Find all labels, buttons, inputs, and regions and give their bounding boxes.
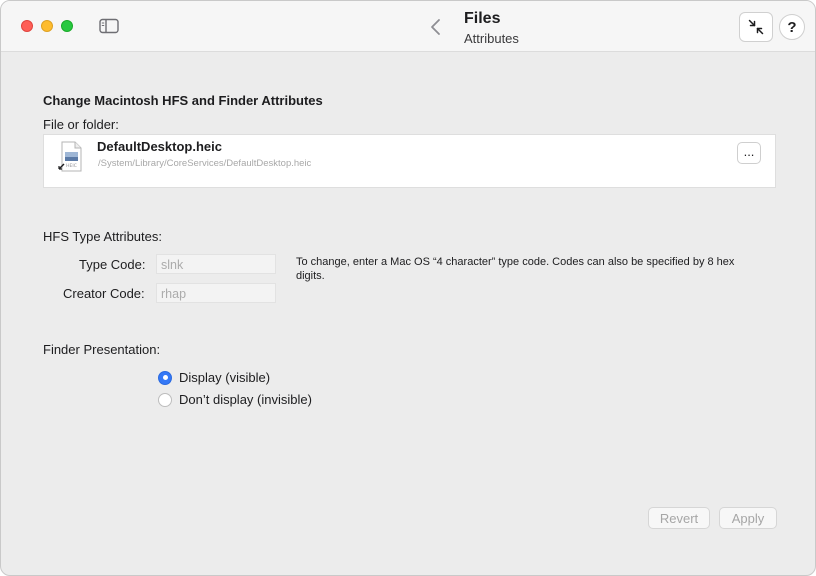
finder-heading: Finder Presentation: <box>43 342 161 357</box>
radio-display-invisible[interactable]: Don’t display (invisible) <box>158 392 312 407</box>
heic-file-icon: HEIC <box>58 141 84 173</box>
help-button[interactable]: ? <box>779 14 805 40</box>
revert-button[interactable]: Revert <box>648 507 710 529</box>
file-or-folder-label: File or folder: <box>43 117 119 132</box>
collapse-arrows-icon <box>748 19 764 35</box>
section-title: Change Macintosh HFS and Finder Attribut… <box>43 93 323 108</box>
file-picker[interactable]: HEIC DefaultDesktop.heic /System/Library… <box>43 134 776 188</box>
radio-display-visible[interactable]: Display (visible) <box>158 370 270 385</box>
file-path: /System/Library/CoreServices/DefaultDesk… <box>98 158 312 169</box>
file-icon-text: HEIC <box>66 163 77 169</box>
file-name: DefaultDesktop.heic <box>97 139 222 154</box>
close-window-button[interactable] <box>21 20 33 32</box>
hfs-heading: HFS Type Attributes: <box>43 229 162 244</box>
collapse-button[interactable] <box>739 12 773 42</box>
minimize-window-button[interactable] <box>41 20 53 32</box>
radio-label: Display (visible) <box>179 370 271 385</box>
radio-button[interactable] <box>158 392 172 407</box>
apply-button[interactable]: Apply <box>719 507 777 529</box>
window-subtitle: Attributes <box>464 31 519 46</box>
browse-button[interactable]: ... <box>737 142 761 164</box>
titlebar: Files Attributes ? <box>1 1 815 52</box>
type-code-hint: To change, enter a Mac OS “4 character” … <box>296 256 735 282</box>
zoom-window-button[interactable] <box>61 20 73 32</box>
creator-code-label: Creator Code: <box>63 286 145 301</box>
creator-code-input[interactable]: rhap <box>156 283 276 303</box>
chevron-left-icon <box>431 19 440 35</box>
type-code-label: Type Code: <box>79 257 146 272</box>
radio-label: Don’t display (invisible) <box>179 392 312 407</box>
window-title: Files <box>464 10 501 27</box>
radio-button-selected[interactable] <box>158 370 172 385</box>
sidebar-toggle-icon[interactable] <box>99 18 119 34</box>
app-window: Files Attributes ? Change Macintosh HFS … <box>0 0 816 576</box>
type-code-input[interactable]: slnk <box>156 254 276 274</box>
back-button[interactable] <box>427 16 445 38</box>
